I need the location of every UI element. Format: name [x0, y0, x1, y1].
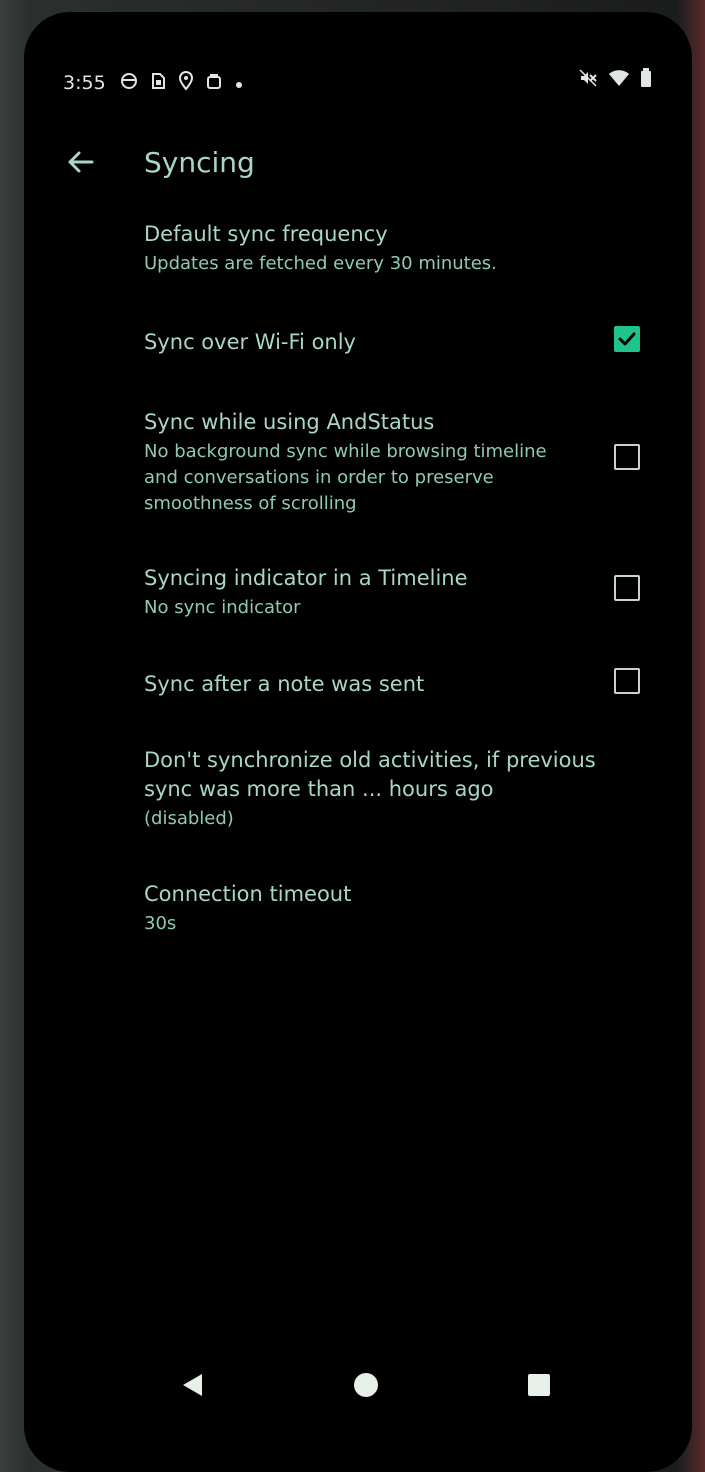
- setting-dont-sync-old[interactable]: Don't synchronize old activities, if pre…: [144, 746, 614, 832]
- dot-icon: [234, 73, 244, 95]
- setting-title: Default sync frequency: [144, 222, 388, 246]
- syncing-indicator-checkbox[interactable]: [614, 575, 640, 601]
- setting-title: Sync while using AndStatus: [144, 410, 435, 434]
- setting-sync-while-using[interactable]: Sync while using AndStatus No background…: [144, 408, 614, 517]
- back-arrow-icon: [62, 151, 102, 186]
- setting-title: Sync after a note was sent: [144, 672, 425, 696]
- setting-summary: No background sync while browsing timeli…: [144, 441, 547, 514]
- setting-syncing-indicator[interactable]: Syncing indicator in a Timeline No sync …: [144, 564, 614, 621]
- setting-default-sync-frequency[interactable]: Default sync frequency Updates are fetch…: [144, 220, 614, 277]
- bag-icon: [206, 72, 222, 95]
- sync-wifi-only-checkbox[interactable]: [614, 326, 640, 352]
- back-button[interactable]: [62, 142, 102, 182]
- setting-summary: Updates are fetched every 30 minutes.: [144, 253, 497, 274]
- home-circle-icon[interactable]: [351, 1370, 381, 1404]
- back-triangle-icon[interactable]: [178, 1370, 208, 1404]
- location-icon: [178, 71, 194, 96]
- setting-connection-timeout[interactable]: Connection timeout 30s: [144, 880, 614, 937]
- recents-square-icon[interactable]: [524, 1370, 554, 1404]
- setting-title: Syncing indicator in a Timeline: [144, 566, 468, 590]
- navigation-bar: [24, 1358, 692, 1418]
- sim-icon: [150, 72, 166, 95]
- app-icon: [120, 72, 138, 95]
- status-system-icons: [578, 68, 652, 93]
- page-title: Syncing: [144, 146, 255, 179]
- phone-screen: 3:55 Syncing Default sync frequency Upda…: [24, 12, 692, 1472]
- app-bar: Syncing: [24, 122, 692, 192]
- mute-icon: [578, 68, 598, 93]
- setting-sync-wifi-only[interactable]: Sync over Wi-Fi only: [144, 328, 614, 357]
- wifi-icon: [608, 69, 630, 92]
- setting-summary: 30s: [144, 913, 177, 934]
- status-time: 3:55: [63, 72, 106, 94]
- setting-title: Sync over Wi-Fi only: [144, 330, 356, 354]
- status-notification-icons: [120, 71, 244, 96]
- setting-summary: No sync indicator: [144, 597, 301, 618]
- setting-title: Connection timeout: [144, 882, 352, 906]
- battery-icon: [640, 68, 652, 93]
- sync-after-note-checkbox[interactable]: [614, 668, 640, 694]
- status-bar: 3:55: [24, 12, 692, 94]
- setting-summary: (disabled): [144, 808, 234, 829]
- sync-while-using-checkbox[interactable]: [614, 444, 640, 470]
- checkmark-icon: [618, 332, 636, 346]
- setting-sync-after-note[interactable]: Sync after a note was sent: [144, 670, 614, 699]
- setting-title: Don't synchronize old activities, if pre…: [144, 748, 596, 801]
